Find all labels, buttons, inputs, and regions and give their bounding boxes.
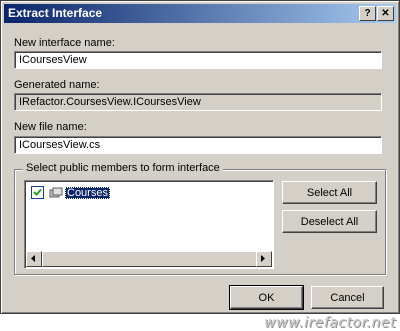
cancel-button[interactable]: Cancel (311, 286, 384, 309)
help-button[interactable]: ? (359, 6, 376, 21)
site-watermark: www.irefactor.net (264, 315, 396, 331)
generated-name-field (14, 93, 382, 111)
checkmark-icon (33, 188, 42, 196)
scroll-thumb[interactable] (42, 251, 257, 267)
deselect-all-button[interactable]: Deselect All (282, 210, 377, 233)
close-button[interactable]: ✕ (377, 6, 394, 21)
arrow-right-icon (261, 255, 265, 262)
dialog-title: Extract Interface (8, 6, 103, 20)
interface-name-label: New interface name: (14, 37, 115, 49)
scroll-right-button[interactable] (256, 251, 272, 267)
courses-member-label: Courses (65, 186, 110, 199)
property-icon (49, 187, 63, 197)
ok-button[interactable]: OK (229, 285, 304, 310)
list-item[interactable]: Courses (31, 185, 110, 200)
scroll-left-button[interactable] (26, 251, 42, 267)
arrow-left-icon (31, 255, 35, 262)
file-name-input[interactable] (14, 136, 382, 154)
members-group-label: Select public members to form interface (23, 162, 223, 174)
generated-name-label: Generated name: (14, 79, 100, 91)
horizontal-scrollbar[interactable] (26, 251, 272, 267)
members-listbox[interactable]: Courses (24, 180, 274, 269)
interface-name-input[interactable] (14, 51, 382, 69)
select-all-button[interactable]: Select All (282, 181, 377, 204)
extract-interface-dialog: Extract Interface ? ✕ New interface name… (0, 0, 400, 314)
file-name-label: New file name: (14, 121, 87, 133)
title-bar[interactable]: Extract Interface ? ✕ (4, 4, 396, 23)
courses-checkbox[interactable] (31, 186, 44, 199)
